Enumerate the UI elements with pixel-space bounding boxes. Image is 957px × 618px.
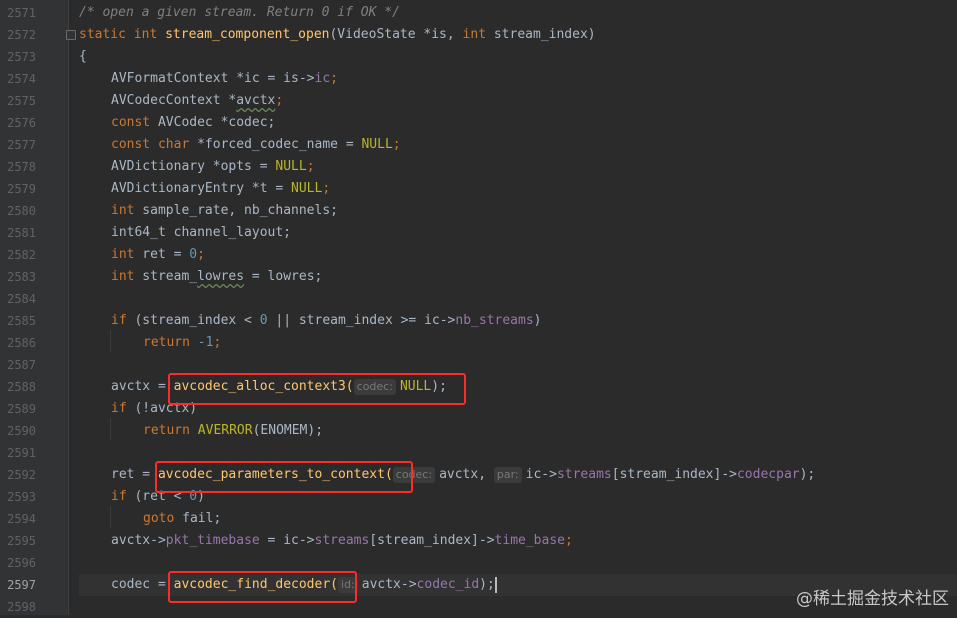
line-number[interactable]: 2593	[0, 486, 36, 508]
code-line: AVDictionaryEntry *t = NULL;	[111, 181, 331, 196]
line-number[interactable]: 2571	[0, 2, 36, 24]
line-number[interactable]: 2596	[0, 552, 36, 574]
line-number-gutter: 2571 2572 2573 2574 2575 2576 2577 2578 2579 2580…	[0, 0, 69, 615]
code-line: goto fail;	[143, 511, 222, 526]
line-number[interactable]: 2578	[0, 156, 36, 178]
fold-marker-icon[interactable]	[66, 30, 76, 40]
indent-guide	[110, 330, 111, 352]
line-number[interactable]: 2591	[0, 442, 36, 464]
line-number[interactable]: 2575	[0, 90, 36, 112]
line-number[interactable]: 2588	[0, 376, 36, 398]
line-number[interactable]: 2587	[0, 354, 36, 376]
line-number[interactable]: 2580	[0, 200, 36, 222]
line-number[interactable]: 2586	[0, 332, 36, 354]
code-line: int64_t channel_layout;	[111, 225, 292, 240]
code-line: AVDictionary *opts = NULL;	[111, 159, 315, 174]
param-hint: par:	[493, 467, 522, 483]
code-line: const char *forced_codec_name = NULL;	[111, 137, 401, 152]
line-number[interactable]: 2572	[0, 24, 36, 46]
line-number[interactable]: 2597	[0, 574, 36, 596]
line-number[interactable]: 2576	[0, 112, 36, 134]
line-number[interactable]: 2582	[0, 244, 36, 266]
code-line: if (!avctx)	[111, 401, 198, 416]
line-number[interactable]: 2579	[0, 178, 36, 200]
watermark-text: @稀土掘金技术社区	[796, 589, 949, 609]
code-line: /* open a given stream. Return 0 if OK *…	[79, 5, 400, 20]
line-number[interactable]: 2583	[0, 266, 36, 288]
code-line: {	[79, 49, 87, 64]
code-line: AVFormatContext *ic = is->ic;	[111, 71, 338, 86]
code-area[interactable]: /* open a given stream. Return 0 if OK *…	[79, 0, 957, 615]
code-editor[interactable]: 2571 2572 2573 2574 2575 2576 2577 2578 2579 2580…	[0, 0, 957, 615]
code-line: const AVCodec *codec;	[111, 115, 276, 130]
code-line: avctx = avcodec_alloc_context3(codec: NUL…	[111, 379, 447, 395]
code-line: ret = avcodec_parameters_to_context(code…	[111, 467, 816, 483]
code-line: int ret = 0;	[111, 247, 205, 262]
text-caret	[494, 576, 497, 593]
line-number[interactable]: 2590	[0, 420, 36, 442]
code-line: avctx->pkt_timebase = ic->streams[stream…	[111, 533, 573, 548]
code-line: AVCodecContext *avctx;	[111, 93, 284, 108]
line-number[interactable]: 2589	[0, 398, 36, 420]
code-line: return AVERROR(ENOMEM);	[143, 423, 324, 438]
indent-guide	[110, 506, 111, 528]
code-line: int stream_lowres = lowres;	[111, 269, 323, 284]
code-line: static int stream_component_open(VideoSt…	[79, 27, 596, 42]
line-number[interactable]: 2594	[0, 508, 36, 530]
code-line: if (stream_index < 0 || stream_index >= …	[111, 313, 542, 328]
line-number[interactable]: 2584	[0, 288, 36, 310]
param-hint: codec:	[353, 379, 396, 395]
line-number[interactable]: 2577	[0, 134, 36, 156]
line-number[interactable]: 2595	[0, 530, 36, 552]
code-line: return -1;	[143, 335, 222, 350]
param-hint: codec:	[392, 467, 436, 483]
line-number[interactable]: 2573	[0, 46, 36, 68]
indent-guide	[110, 418, 111, 440]
code-line: int sample_rate, nb_channels;	[111, 203, 338, 218]
line-number[interactable]: 2574	[0, 68, 36, 90]
code-line: if (ret < 0)	[111, 489, 205, 504]
param-hint: id:	[338, 577, 358, 593]
line-number[interactable]: 2592	[0, 464, 36, 486]
line-number[interactable]: 2585	[0, 310, 36, 332]
line-number[interactable]: 2581	[0, 222, 36, 244]
